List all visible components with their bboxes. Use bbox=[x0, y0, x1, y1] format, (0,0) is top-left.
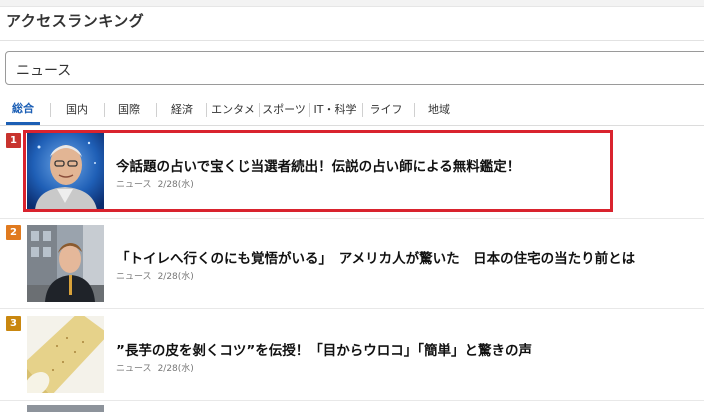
article-thumbnail-partial[interactable] bbox=[27, 405, 104, 412]
article-source: ニュース bbox=[116, 272, 152, 282]
street-photo bbox=[27, 225, 104, 302]
row-divider bbox=[0, 400, 704, 401]
article-thumbnail[interactable] bbox=[27, 316, 104, 393]
article-title[interactable]: 「トイレへ行くのにも覚悟がいる」 アメリカ人が驚いた 日本の住宅の当たり前とは bbox=[116, 247, 635, 267]
tab-sports[interactable]: スポーツ bbox=[261, 96, 307, 124]
rank-badge: 1 bbox=[6, 133, 21, 148]
page-title: アクセスランキング bbox=[6, 12, 145, 30]
highlight-box bbox=[23, 130, 613, 212]
category-select[interactable]: ニュース bbox=[5, 51, 704, 85]
tab-entertainment[interactable]: エンタメ bbox=[209, 96, 257, 124]
tab-separator bbox=[362, 103, 363, 117]
tab-life[interactable]: ライフ bbox=[366, 96, 406, 124]
category-tabs: 総合 国内 国際 経済 エンタメ スポーツ IT・科学 ライフ 地域 bbox=[0, 96, 704, 126]
tab-it-science[interactable]: IT・科学 bbox=[311, 96, 359, 124]
top-bar bbox=[0, 0, 704, 7]
article-meta: ニュース 2/28(水) bbox=[116, 361, 194, 374]
tab-separator bbox=[206, 103, 207, 117]
tab-international[interactable]: 国際 bbox=[112, 96, 146, 124]
article-date: 2/28(水) bbox=[157, 364, 194, 374]
article-thumbnail[interactable] bbox=[27, 225, 104, 302]
article-title[interactable]: ”長芋の皮を剝くコツ”を伝授！「目からウロコ」「簡単」と驚きの声 bbox=[116, 339, 532, 359]
tab-separator bbox=[50, 103, 51, 117]
tab-separator bbox=[309, 103, 310, 117]
tab-separator bbox=[156, 103, 157, 117]
tab-region[interactable]: 地域 bbox=[424, 96, 454, 124]
tab-separator bbox=[259, 103, 260, 117]
tab-domestic[interactable]: 国内 bbox=[60, 96, 94, 124]
ranking-item-3[interactable]: 3 ”長芋の皮を剝くコツ”を伝授！「目からウロコ」「簡単」と驚きの声 ニュース 2… bbox=[0, 309, 704, 399]
article-date: 2/28(水) bbox=[157, 272, 194, 282]
article-meta: ニュース 2/28(水) bbox=[116, 269, 194, 282]
tab-separator bbox=[104, 103, 105, 117]
tab-economy[interactable]: 経済 bbox=[165, 96, 199, 124]
title-divider bbox=[0, 40, 704, 41]
yam-photo bbox=[27, 316, 104, 393]
ranking-item-2[interactable]: 2 「トイレへ行くのにも覚悟がいる」 アメリカ人が驚いた 日本の住宅の当たり前と… bbox=[0, 219, 704, 307]
rank-badge: 2 bbox=[6, 225, 21, 240]
tab-separator bbox=[414, 103, 415, 117]
rank-badge: 3 bbox=[6, 316, 21, 331]
tab-overall[interactable]: 総合 bbox=[6, 96, 40, 125]
article-source: ニュース bbox=[116, 364, 152, 374]
